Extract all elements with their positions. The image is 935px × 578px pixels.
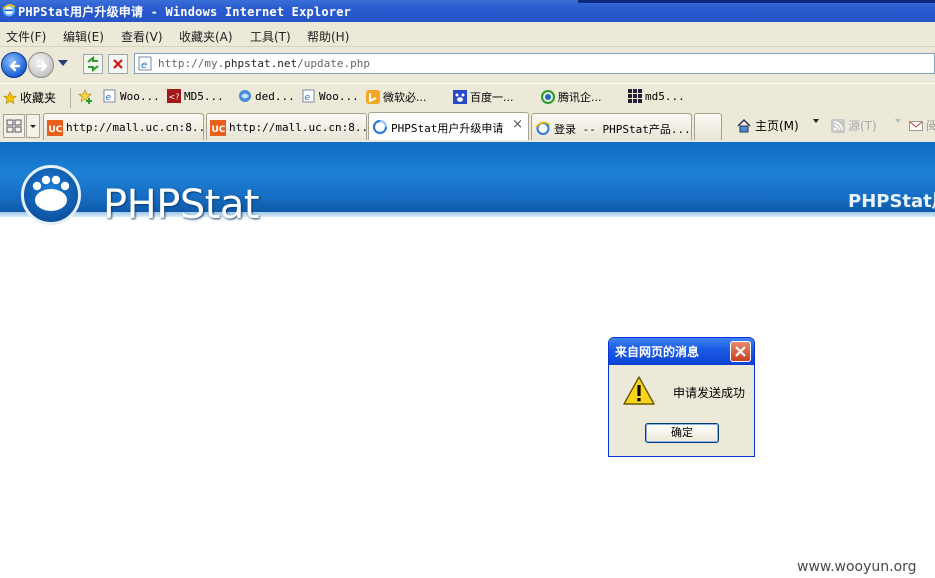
tab-label: http://mall.uc.cn:8... bbox=[66, 121, 204, 134]
favorites-bar: 收藏夹 e Woo... <? MD5... ded... e Woo... 微… bbox=[0, 83, 935, 110]
ie-page-icon: e bbox=[103, 89, 117, 103]
favorite-link-2[interactable]: <? MD5... bbox=[167, 89, 224, 103]
dialog-ok-button[interactable]: 确定 bbox=[645, 423, 719, 443]
menu-tools[interactable]: 工具(T) bbox=[250, 28, 291, 45]
add-favorite-button[interactable] bbox=[78, 89, 92, 104]
tab-bar: UC http://mall.uc.cn:8... UC http://mall… bbox=[0, 110, 935, 142]
alert-dialog: 来自网页的消息 申请发送成功 确定 bbox=[608, 337, 755, 457]
back-button[interactable] bbox=[1, 52, 27, 78]
close-icon bbox=[735, 346, 746, 357]
stop-button[interactable] bbox=[108, 54, 128, 74]
favorite-link-3[interactable]: ded... bbox=[238, 89, 295, 103]
favorite-link-4[interactable]: e Woo... bbox=[302, 89, 359, 103]
address-toolbar: e http://my.phpstat.net/update.php bbox=[0, 47, 935, 83]
favorites-label: 收藏夹 bbox=[20, 91, 57, 105]
add-favorite-icon bbox=[78, 89, 92, 104]
ie-logo-icon bbox=[2, 4, 16, 17]
ie-page-icon bbox=[535, 121, 551, 135]
tab-mall-uc-1[interactable]: UC http://mall.uc.cn:8... bbox=[43, 113, 204, 140]
tab-list-button[interactable] bbox=[26, 114, 40, 138]
home-icon bbox=[737, 118, 751, 132]
favorites-divider bbox=[70, 88, 71, 108]
site-logo-text[interactable]: PHPStat bbox=[103, 185, 260, 225]
feeds-dropdown[interactable] bbox=[894, 117, 902, 125]
baidu-icon bbox=[453, 90, 467, 104]
tab-label: 登录 -- PHPStat产品... bbox=[554, 123, 691, 136]
mail-label: 阅 bbox=[926, 119, 935, 133]
address-url[interactable]: http://my.phpstat.net/update.php bbox=[158, 57, 370, 70]
menu-favorites[interactable]: 收藏夹(A) bbox=[179, 28, 233, 45]
favorite-link-7[interactable]: 腾讯企... bbox=[541, 89, 602, 105]
loading-icon bbox=[372, 119, 388, 135]
arrow-right-icon bbox=[36, 60, 48, 72]
svg-text:UC: UC bbox=[49, 125, 63, 135]
history-dropdown-icon[interactable] bbox=[58, 60, 68, 66]
dedecms-icon bbox=[238, 89, 252, 103]
menu-help[interactable]: 帮助(H) bbox=[307, 28, 349, 45]
svg-text:e: e bbox=[141, 60, 147, 71]
star-icon bbox=[3, 90, 17, 105]
titlebar-strip bbox=[578, 0, 935, 3]
svg-text:<?: <? bbox=[169, 93, 180, 102]
read-mail-button[interactable]: 阅 bbox=[909, 117, 935, 134]
tab-label: http://mall.uc.cn:8... bbox=[229, 121, 367, 134]
favorite-link-6[interactable]: 百度一... bbox=[453, 89, 514, 105]
ie-page-icon: e bbox=[302, 89, 316, 103]
tab-label: PHPStat用户升级申请 bbox=[391, 122, 504, 135]
svg-text:UC: UC bbox=[212, 125, 226, 135]
chevron-down-icon bbox=[30, 125, 36, 128]
svg-text:e: e bbox=[305, 93, 311, 103]
window-title: PHPStat用户升级申请 - Windows Internet Explore… bbox=[18, 5, 352, 19]
chevron-down-icon bbox=[813, 119, 819, 123]
tab-phpstat-login[interactable]: 登录 -- PHPStat产品... bbox=[531, 113, 692, 140]
dialog-title: 来自网页的消息 bbox=[615, 345, 700, 359]
dialog-message: 申请发送成功 bbox=[673, 386, 746, 400]
menu-view[interactable]: 查看(V) bbox=[121, 28, 163, 45]
grid-site-icon bbox=[628, 89, 642, 103]
md5-site-icon: <? bbox=[167, 89, 181, 103]
home-label: 主页(M) bbox=[755, 119, 799, 133]
chevron-down-icon bbox=[895, 119, 901, 123]
menu-file[interactable]: 文件(F) bbox=[6, 28, 46, 45]
phpstat-logo-icon[interactable] bbox=[21, 165, 81, 225]
refresh-button[interactable] bbox=[83, 54, 103, 74]
new-tab-button[interactable] bbox=[694, 113, 722, 140]
refresh-icon bbox=[87, 55, 99, 73]
quick-tabs-button[interactable] bbox=[3, 114, 25, 138]
menu-bar: 文件(F) 编辑(E) 查看(V) 收藏夹(A) 工具(T) 帮助(H) bbox=[0, 22, 935, 47]
svg-text:e: e bbox=[106, 93, 112, 103]
banner-right-text: PHPStat用 bbox=[848, 191, 935, 212]
home-dropdown[interactable] bbox=[812, 117, 820, 125]
menu-edit[interactable]: 编辑(E) bbox=[63, 28, 104, 45]
dialog-titlebar[interactable]: 来自网页的消息 bbox=[609, 338, 754, 365]
favorite-link-8[interactable]: md5... bbox=[628, 89, 685, 103]
feeds-label: 源(T) bbox=[848, 119, 877, 133]
forward-button[interactable] bbox=[28, 52, 54, 78]
ie-page-icon: e bbox=[138, 56, 152, 71]
close-icon bbox=[113, 59, 123, 69]
tab-mall-uc-2[interactable]: UC http://mall.uc.cn:8... bbox=[206, 113, 367, 140]
favorite-link-1[interactable]: e Woo... bbox=[103, 89, 160, 103]
home-button[interactable]: 主页(M) bbox=[736, 117, 799, 134]
bing-icon bbox=[366, 90, 380, 104]
favorite-link-5[interactable]: 微软必... bbox=[366, 89, 427, 105]
rss-feed-icon bbox=[831, 118, 845, 133]
address-bar[interactable]: e http://my.phpstat.net/update.php bbox=[134, 53, 935, 74]
tab-phpstat-update[interactable]: PHPStat用户升级申请 × bbox=[368, 112, 529, 140]
mail-icon bbox=[909, 120, 923, 131]
warning-icon bbox=[623, 376, 655, 405]
uc-icon: UC bbox=[210, 120, 226, 136]
favorites-button[interactable]: 收藏夹 bbox=[3, 89, 56, 106]
quick-tabs-icon bbox=[6, 119, 22, 133]
tab-close-icon[interactable]: × bbox=[512, 117, 523, 132]
window-titlebar[interactable]: PHPStat用户升级申请 - Windows Internet Explore… bbox=[0, 0, 935, 22]
tencent-icon bbox=[541, 90, 555, 104]
dialog-close-button[interactable] bbox=[730, 341, 751, 362]
arrow-left-icon bbox=[9, 60, 21, 72]
feeds-button[interactable]: 源(T) bbox=[831, 117, 877, 134]
watermark: www.wooyun.org bbox=[797, 559, 917, 575]
uc-icon: UC bbox=[47, 120, 63, 136]
